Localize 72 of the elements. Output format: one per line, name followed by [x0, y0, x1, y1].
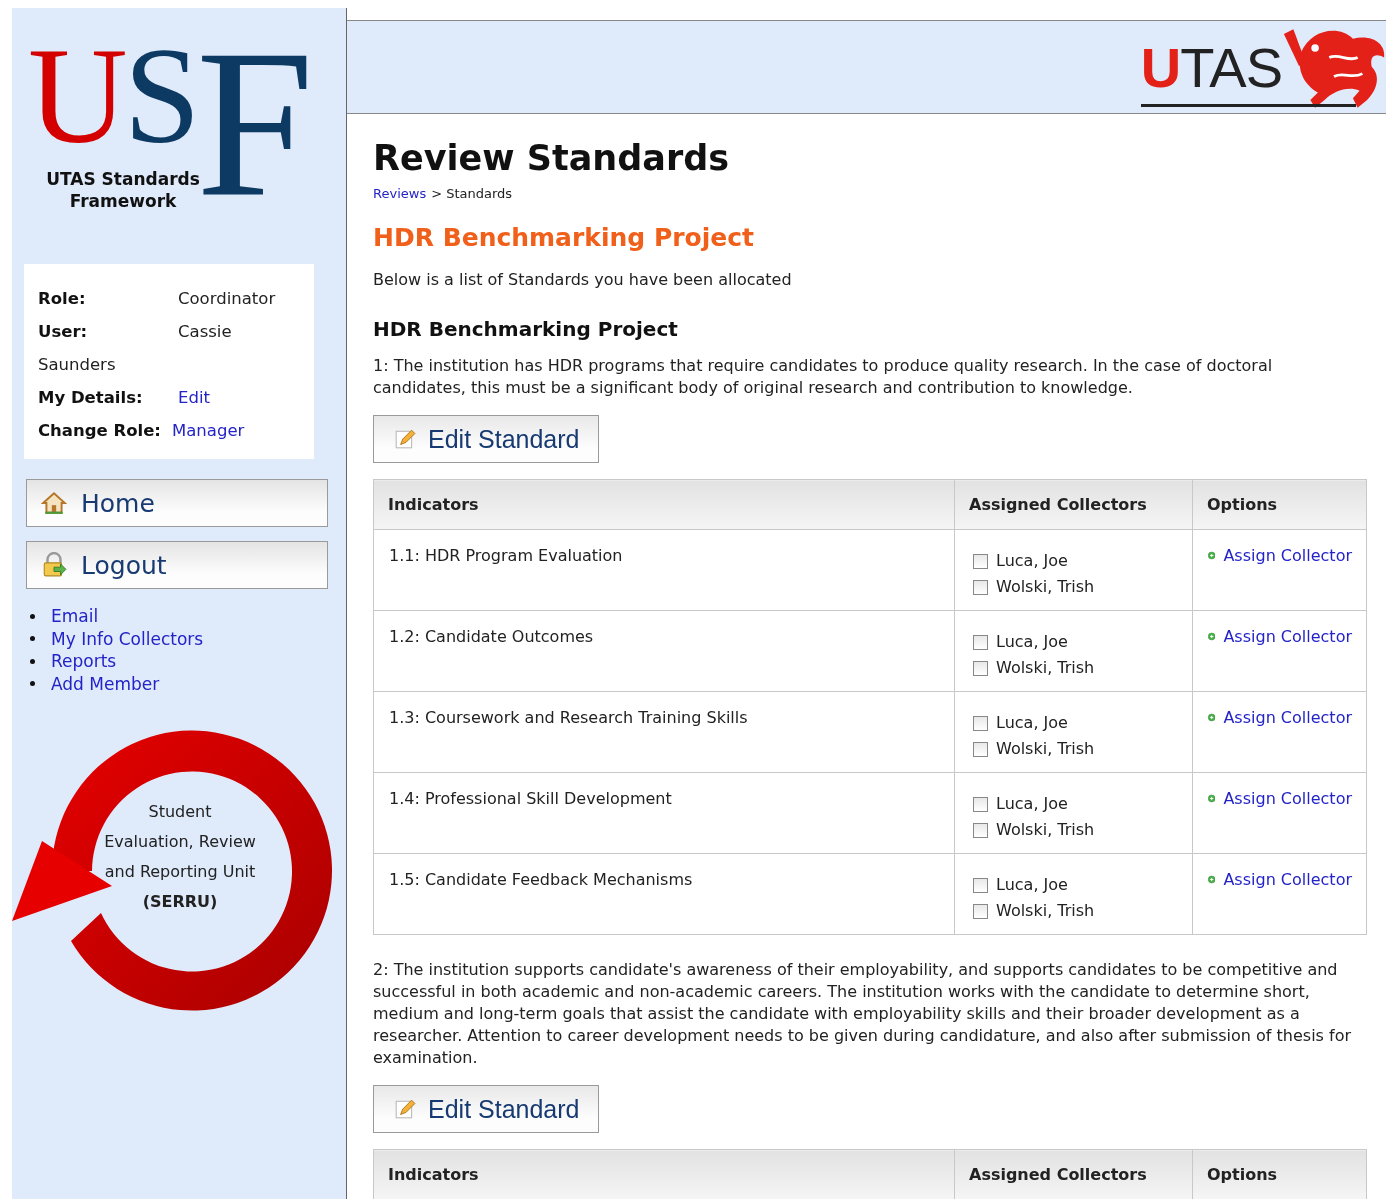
bullet [30, 636, 35, 642]
bullet [30, 681, 35, 687]
collector-name: Wolski, Trish [996, 657, 1095, 679]
table-cell: 1.2: Candidate Outcomes [373, 610, 955, 692]
collector-name: Wolski, Trish [996, 738, 1095, 760]
bullet [30, 658, 35, 664]
assign-collector-link[interactable]: Assign Collector [1208, 789, 1352, 808]
sidebar-link[interactable]: Reports [51, 650, 117, 673]
unit-acronym: (SERRU) [141, 891, 219, 913]
lock-icon [41, 552, 67, 578]
table-cell: 1.4: Professional Skill Development [373, 772, 955, 854]
checkbox[interactable] [973, 796, 988, 812]
nav-button[interactable]: Home [26, 479, 328, 527]
project-title: HDR Benchmarking Project [373, 223, 756, 252]
nav-button[interactable]: Logout [26, 541, 328, 589]
page-title: Review Standards [373, 138, 731, 178]
column-header: Indicators [373, 479, 955, 530]
checkbox[interactable] [973, 741, 988, 757]
collector-name: Luca, Joe [996, 793, 1068, 815]
intro-text: Below is a list of Standards you have been allocated [373, 270, 793, 289]
logo-text: UTAS [1140, 34, 1282, 100]
checkbox[interactable] [973, 634, 988, 650]
sidebar-link[interactable]: My Info Collectors [51, 627, 204, 650]
column-header: Assigned Collectors [954, 479, 1193, 530]
standard-text: 1: The institution has HDR programs that require candidates to produce quality research. In the case of doctoral candidates, this must be a significant body of original research and contribution to knowledge. [373, 355, 1274, 399]
collector-name: Luca, Joe [996, 550, 1068, 572]
assign-collector-link[interactable]: Assign Collector [1208, 870, 1352, 889]
pencil-icon [394, 428, 416, 450]
assign-collector-link[interactable]: Assign Collector [1208, 546, 1352, 565]
checkbox[interactable] [973, 579, 988, 595]
checkbox[interactable] [973, 822, 988, 838]
house-icon [41, 490, 67, 516]
sidebar-link[interactable]: Add Member [51, 672, 160, 695]
collector-name: Wolski, Trish [996, 576, 1095, 598]
column-header: Options [1192, 1149, 1367, 1199]
info-row-text: Role: Coordinator [38, 288, 277, 310]
assign-collector-link[interactable]: Assign Collector [1208, 627, 1352, 646]
edit-standard-button[interactable]: Edit Standard [373, 415, 599, 463]
logo-letter: U [28, 44, 128, 154]
sidebar-link[interactable]: Email [51, 605, 99, 628]
unit-name-text: Evaluation, Review [103, 831, 257, 853]
panel-link[interactable]: Manager [172, 421, 245, 440]
checkbox[interactable] [973, 903, 988, 919]
field-label: Change Role: [38, 420, 162, 442]
standard-text: 2: The institution supports candidate's awareness of their employability, and supports candidates to be competitive and successful in both academic and non-academic careers. The institution works with the candidate to determine short, medium and long-term goals that assist the candidate with employability skills and their broader development as a researcher. Attention to career development needs to be given during candidature, and also after submission of thesis for examination. [373, 959, 1353, 1069]
assign-collector-link[interactable]: Assign Collector [1208, 708, 1352, 727]
table-cell: 1.1: HDR Program Evaluation [373, 529, 955, 611]
pencil-icon [394, 1098, 416, 1120]
checkbox[interactable] [973, 553, 988, 569]
table-cell: 1.5: Candidate Feedback Mechanisms [373, 853, 955, 935]
collector-name: Wolski, Trish [996, 819, 1095, 841]
checkbox[interactable] [973, 877, 988, 893]
edit-standard-button[interactable]: Edit Standard [373, 1085, 599, 1133]
bullet [30, 613, 35, 619]
collector-name: Luca, Joe [996, 631, 1068, 653]
breadcrumb-link[interactable]: Reviews [373, 186, 427, 201]
checkbox[interactable] [973, 660, 988, 676]
checkbox[interactable] [973, 715, 988, 731]
column-header: Assigned Collectors [954, 1149, 1193, 1199]
column-header: Indicators [373, 1149, 955, 1199]
collector-name: Luca, Joe [996, 874, 1068, 896]
unit-name-text: Student [147, 801, 213, 823]
info-row-text: User: Cassie Saunders [38, 321, 233, 376]
breadcrumb-current: > Standards [431, 186, 513, 201]
panel-link[interactable]: Edit [178, 388, 210, 407]
field-label: My Details: [38, 387, 144, 409]
section-heading: HDR Benchmarking Project [373, 317, 679, 341]
collector-name: Luca, Joe [996, 712, 1068, 734]
collector-name: Wolski, Trish [996, 900, 1095, 922]
table-cell: 1.3: Coursework and Research Training Skills [373, 691, 955, 773]
unit-name-text: and Reporting Unit [103, 861, 257, 883]
column-header: Options [1192, 479, 1367, 530]
